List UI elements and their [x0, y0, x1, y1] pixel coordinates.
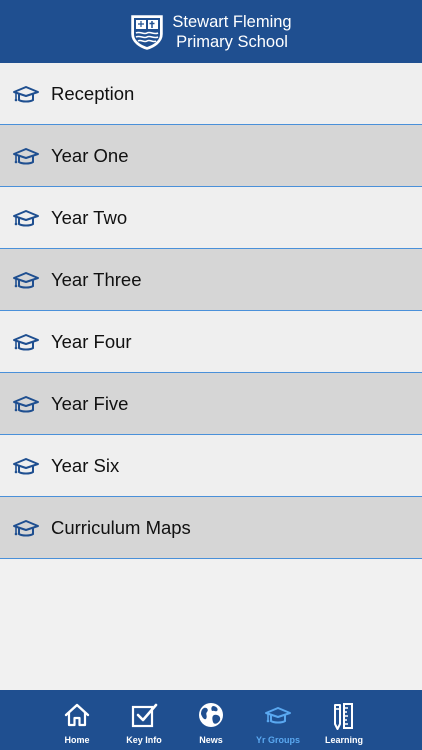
list-item-label: Year Five: [51, 392, 129, 414]
school-name-line1: Stewart Fleming: [172, 12, 292, 31]
globe-icon: [199, 703, 223, 727]
list-item-year-two[interactable]: Year Two: [0, 187, 422, 249]
list-item-year-one[interactable]: Year One: [0, 125, 422, 187]
list-item-year-three[interactable]: Year Three: [0, 249, 422, 311]
graduation-cap-icon: [265, 707, 291, 724]
list-item-curriculum-maps[interactable]: Curriculum Maps: [0, 497, 422, 559]
list-item-label: Year One: [51, 144, 129, 166]
graduation-cap-icon: [13, 271, 39, 288]
graduation-cap-icon: [13, 85, 39, 102]
graduation-cap-icon: [13, 457, 39, 474]
list-item-reception[interactable]: Reception: [0, 63, 422, 125]
tab-home[interactable]: Home: [44, 690, 110, 750]
year-group-list: Reception Year One Year Two Year Three Y…: [0, 63, 422, 559]
graduation-cap-icon: [13, 209, 39, 226]
tab-news[interactable]: News: [178, 690, 244, 750]
graduation-cap-icon: [13, 147, 39, 164]
pencil-ruler-icon: [334, 703, 353, 730]
graduation-cap-icon: [13, 395, 39, 412]
school-name: Stewart Fleming Primary School: [172, 12, 291, 52]
list-item-year-six[interactable]: Year Six: [0, 435, 422, 497]
graduation-cap-icon: [13, 333, 39, 350]
checkbox-icon: [131, 703, 158, 728]
list-item-label: Year Three: [51, 268, 142, 290]
list-item-label: Reception: [51, 82, 135, 104]
app-header: Stewart Fleming Primary School: [0, 0, 422, 63]
tab-label: Key Info: [126, 735, 162, 745]
bottom-tab-bar: Home Key Info News Yr Groups Learning: [0, 690, 422, 750]
school-name-line2: Primary School: [176, 32, 288, 51]
graduation-cap-icon: [13, 519, 39, 536]
list-item-label: Year Two: [51, 206, 128, 228]
tab-learning[interactable]: Learning: [311, 690, 377, 750]
tab-label: Learning: [324, 735, 363, 745]
list-item-year-five[interactable]: Year Five: [0, 373, 422, 435]
school-crest-icon: [131, 14, 164, 50]
home-icon: [64, 703, 90, 727]
list-item-year-four[interactable]: Year Four: [0, 311, 422, 373]
tab-label: Home: [64, 735, 90, 745]
list-item-label: Year Four: [51, 330, 132, 352]
list-item-label: Year Six: [51, 454, 120, 476]
tab-key-info[interactable]: Key Info: [111, 690, 177, 750]
tab-label: Yr Groups: [255, 735, 300, 745]
tab-yr-groups[interactable]: Yr Groups: [245, 690, 311, 750]
tab-label: News: [199, 735, 223, 745]
list-item-label: Curriculum Maps: [51, 516, 191, 538]
